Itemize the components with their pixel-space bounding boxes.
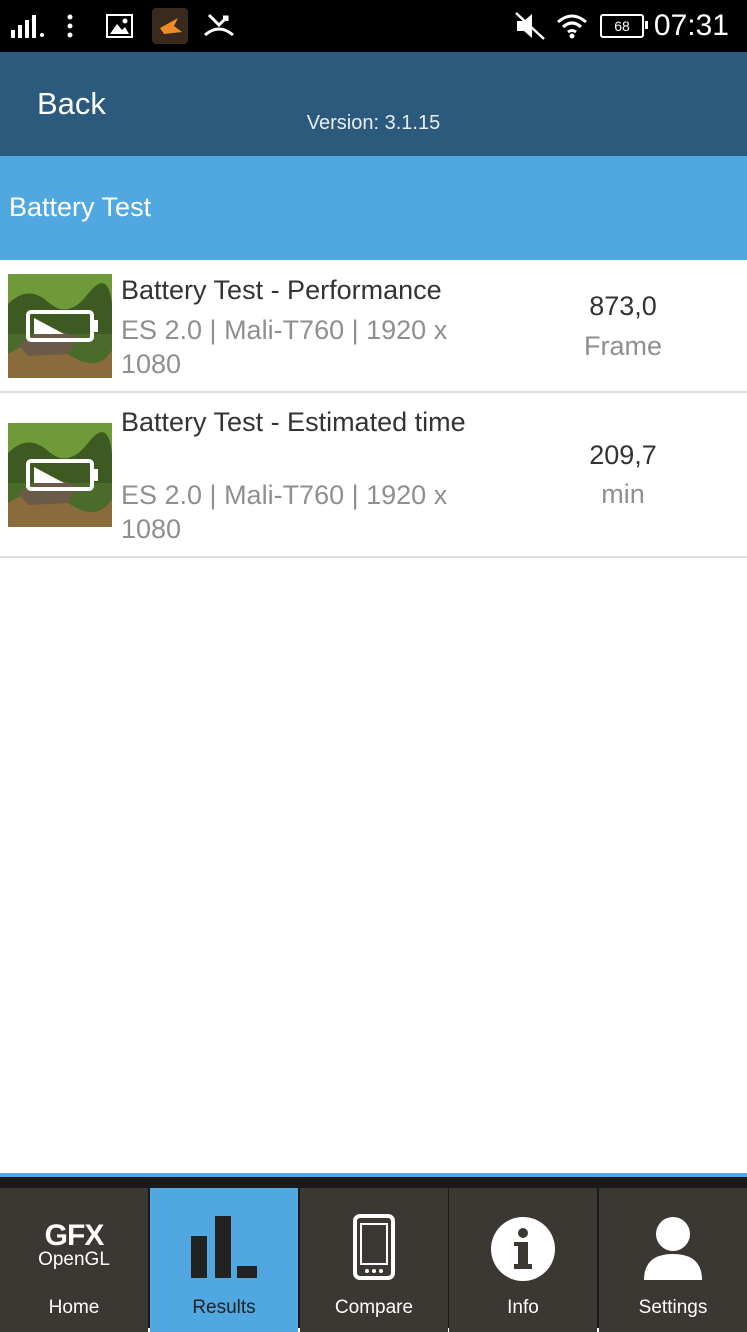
result-subtitle: ES 2.0 | Mali-T760 | 1920 x 1080 — [121, 480, 448, 544]
tab-label: Compare — [334, 1297, 414, 1318]
version-label: Version: 3.1.15 — [306, 112, 441, 134]
result-score: 209,7 — [589, 440, 657, 470]
tab-label: Info — [507, 1297, 539, 1318]
mute-icon — [514, 0, 546, 52]
info-icon — [449, 1216, 597, 1282]
result-title: Battery Test - Performance — [121, 275, 442, 305]
bottom-navigation: GFX OpenGL Home Results Compare Info Set… — [0, 1173, 747, 1332]
tab-label: Results — [192, 1297, 256, 1318]
result-title: Battery Test - Estimated time — [121, 407, 466, 437]
battery-test-thumbnail — [8, 423, 112, 527]
result-unit: Frame — [583, 331, 662, 361]
tab-settings[interactable]: Settings — [599, 1188, 747, 1332]
battery-level: 68 — [600, 14, 648, 38]
result-unit: min — [601, 479, 645, 509]
app-header: Back Version: 3.1.15 — [0, 52, 747, 156]
bar-chart-icon — [150, 1216, 298, 1280]
phone-icon — [300, 1214, 448, 1280]
result-subtitle: ES 2.0 | Mali-T760 | 1920 x 1080 — [121, 315, 448, 379]
tab-label: Settings — [638, 1297, 708, 1318]
gfx-logo: GFX OpenGL — [0, 1219, 148, 1270]
tab-info[interactable]: Info — [449, 1188, 597, 1332]
user-icon — [599, 1216, 747, 1280]
gallery-icon — [106, 0, 133, 52]
tab-label: Home — [48, 1297, 100, 1318]
signal-icon — [11, 0, 45, 52]
battery-icon: 68 — [600, 0, 648, 52]
result-score: 873,0 — [589, 291, 657, 321]
status-bar: 68 07:31 — [0, 0, 747, 52]
wifi-icon — [556, 0, 588, 52]
tab-home[interactable]: GFX OpenGL Home — [0, 1188, 148, 1332]
more-icon — [66, 0, 74, 52]
result-row[interactable]: Battery Test - Performance ES 2.0 | Mali… — [0, 260, 747, 393]
section-header: Battery Test — [0, 156, 747, 260]
tab-results[interactable]: Results — [150, 1188, 298, 1332]
logo-sub: OpenGL — [38, 1249, 110, 1270]
result-row[interactable]: Battery Test - Estimated time ES 2.0 | M… — [0, 393, 747, 558]
missed-call-icon — [203, 0, 235, 52]
app-icon — [152, 0, 188, 52]
tab-compare[interactable]: Compare — [300, 1188, 448, 1332]
section-title: Battery Test — [9, 192, 152, 222]
logo-main: GFX — [44, 1219, 105, 1252]
battery-test-thumbnail — [8, 274, 112, 378]
clock: 07:31 — [653, 9, 729, 42]
